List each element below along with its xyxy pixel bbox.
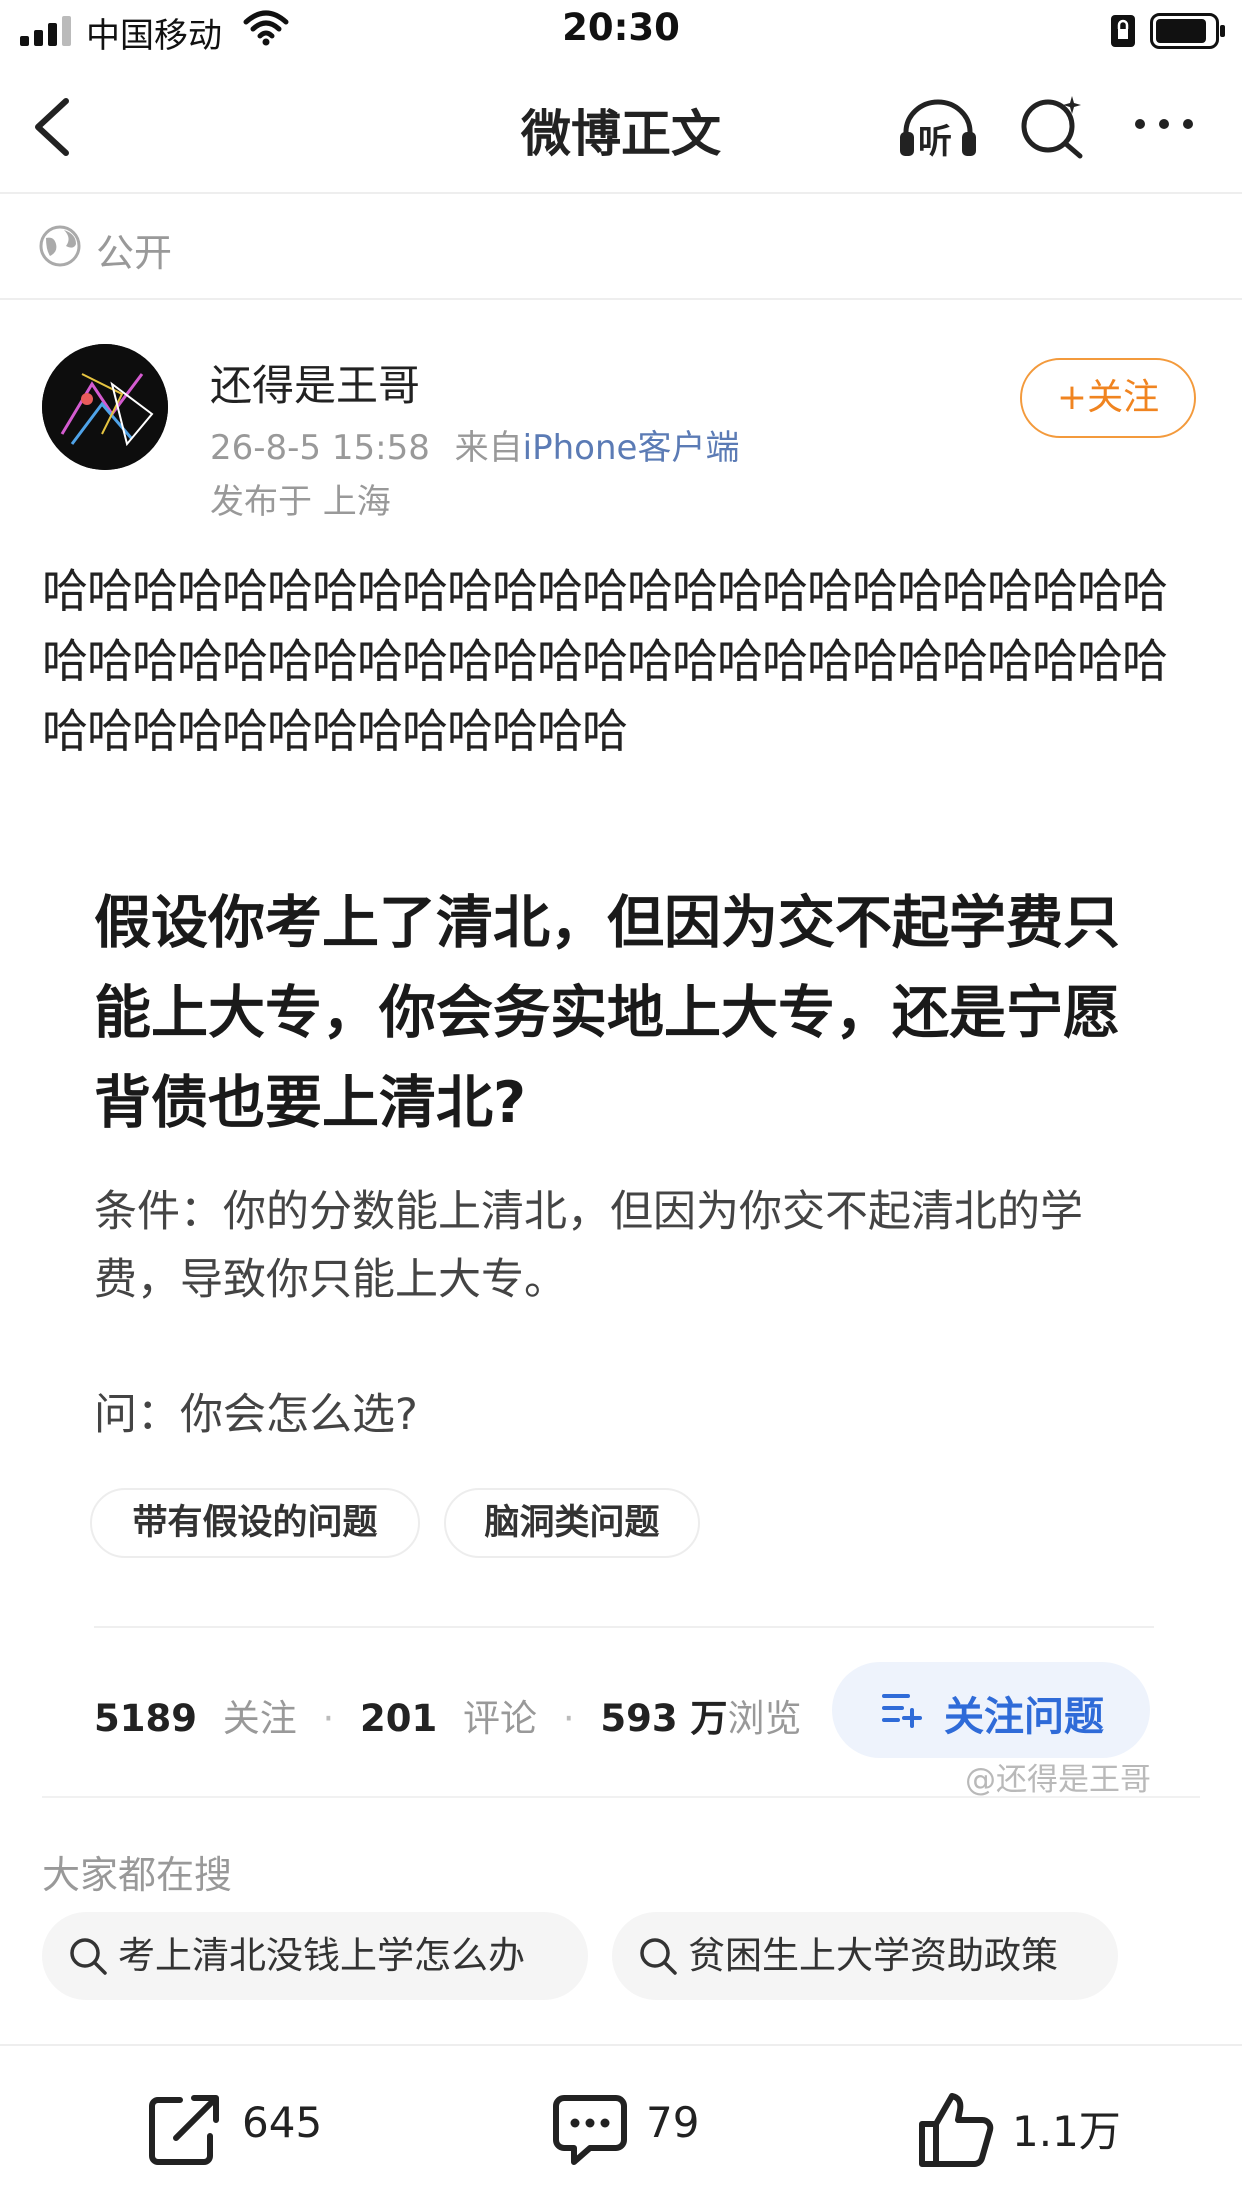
username[interactable]: 还得是王哥 <box>210 352 420 413</box>
post-timestamp: 26-8-5 15:58 <box>210 428 430 468</box>
add-list-icon <box>882 1694 922 1728</box>
question-title[interactable]: 假设你考上了清北，但因为交不起学费只能上大专，你会务实地上大专，还是宁愿背债也要… <box>94 878 1154 1148</box>
separator-dot: · <box>562 1697 575 1740</box>
battery-icon <box>1150 13 1225 49</box>
separator-dot: · <box>322 1697 335 1740</box>
comment-count: 79 <box>646 2098 700 2147</box>
hot-search-title: 大家都在搜 <box>42 1853 233 1897</box>
views-label: 浏览 <box>727 1697 802 1740</box>
post-location: 发布于 上海 <box>210 482 391 522</box>
hot-search-text: 考上清北没钱上学怎么办 <box>118 1934 525 1977</box>
question-tag[interactable]: 带有假设的问题 <box>90 1488 420 1558</box>
avatar[interactable] <box>42 344 168 470</box>
follow-button[interactable]: +关注 <box>1020 358 1196 438</box>
post-body: 哈哈哈哈哈哈哈哈哈哈哈哈哈哈哈哈哈哈哈哈哈哈哈哈哈哈哈哈哈哈哈哈哈哈哈哈哈哈哈哈… <box>42 564 1168 758</box>
divider <box>42 1796 1200 1798</box>
globe-icon <box>39 225 81 267</box>
search-icon <box>640 1938 677 1975</box>
visibility-label: 公开 <box>96 231 173 275</box>
comment-icon <box>553 2095 627 2165</box>
hot-search-chip[interactable]: 考上清北没钱上学怎么办 <box>42 1912 588 2000</box>
hot-search-chip[interactable]: 贫困生上大学资助政策 <box>612 1912 1118 2000</box>
comment-button[interactable]: 79 <box>550 2090 750 2170</box>
comments-label: 评论 <box>463 1697 538 1740</box>
like-button[interactable]: 1.1万 <box>916 2090 1136 2170</box>
orientation-lock-icon <box>1111 15 1135 47</box>
divider <box>94 1626 1154 1628</box>
follow-question-button[interactable]: 关注问题 <box>832 1662 1150 1758</box>
status-bar: 中国移动 20:30 <box>0 0 1242 62</box>
repost-count: 645 <box>242 2098 323 2147</box>
post-meta: 26-8-5 15:58 来自iPhone客户端 <box>210 420 739 469</box>
views-count: 593 万 <box>600 1697 728 1740</box>
search-icon[interactable] <box>1018 92 1086 160</box>
comments-count: 201 <box>360 1697 438 1740</box>
question-condition: 条件：你的分数能上清北，但因为你交不起清北的学费，导致你只能上大专。 <box>94 1187 1083 1305</box>
watermark: @还得是王哥 <box>965 1762 1151 1798</box>
question-tag[interactable]: 脑洞类问题 <box>444 1488 700 1558</box>
question-stats: 5189 关注 · 201 评论 · 593 万浏览 <box>94 1688 801 1742</box>
listen-button[interactable]: 听 <box>896 96 980 162</box>
more-options-icon[interactable] <box>1132 114 1196 134</box>
signal-icon <box>20 16 71 46</box>
like-count: 1.1万 <box>1012 2107 1121 2156</box>
share-icon <box>149 2095 219 2165</box>
thumbs-up-icon <box>919 2093 994 2167</box>
question-ask: 问：你会怎么选? <box>94 1390 418 1440</box>
visibility-row <box>0 194 1242 300</box>
hot-search-text: 贫困生上大学资助政策 <box>688 1934 1058 1977</box>
post-source[interactable]: iPhone客户端 <box>523 428 740 468</box>
carrier-name: 中国移动 <box>86 16 222 56</box>
search-icon <box>70 1938 107 1975</box>
listen-label: 听 <box>918 122 952 162</box>
follow-question-label: 关注问题 <box>944 1694 1104 1740</box>
follows-label: 关注 <box>222 1697 297 1740</box>
status-time: 20:30 <box>562 6 680 49</box>
avatar-image <box>42 344 168 470</box>
follows-count: 5189 <box>94 1697 197 1740</box>
repost-button[interactable]: 645 <box>146 2090 346 2170</box>
source-prefix: 来自 <box>454 428 523 468</box>
wifi-icon <box>243 10 289 46</box>
